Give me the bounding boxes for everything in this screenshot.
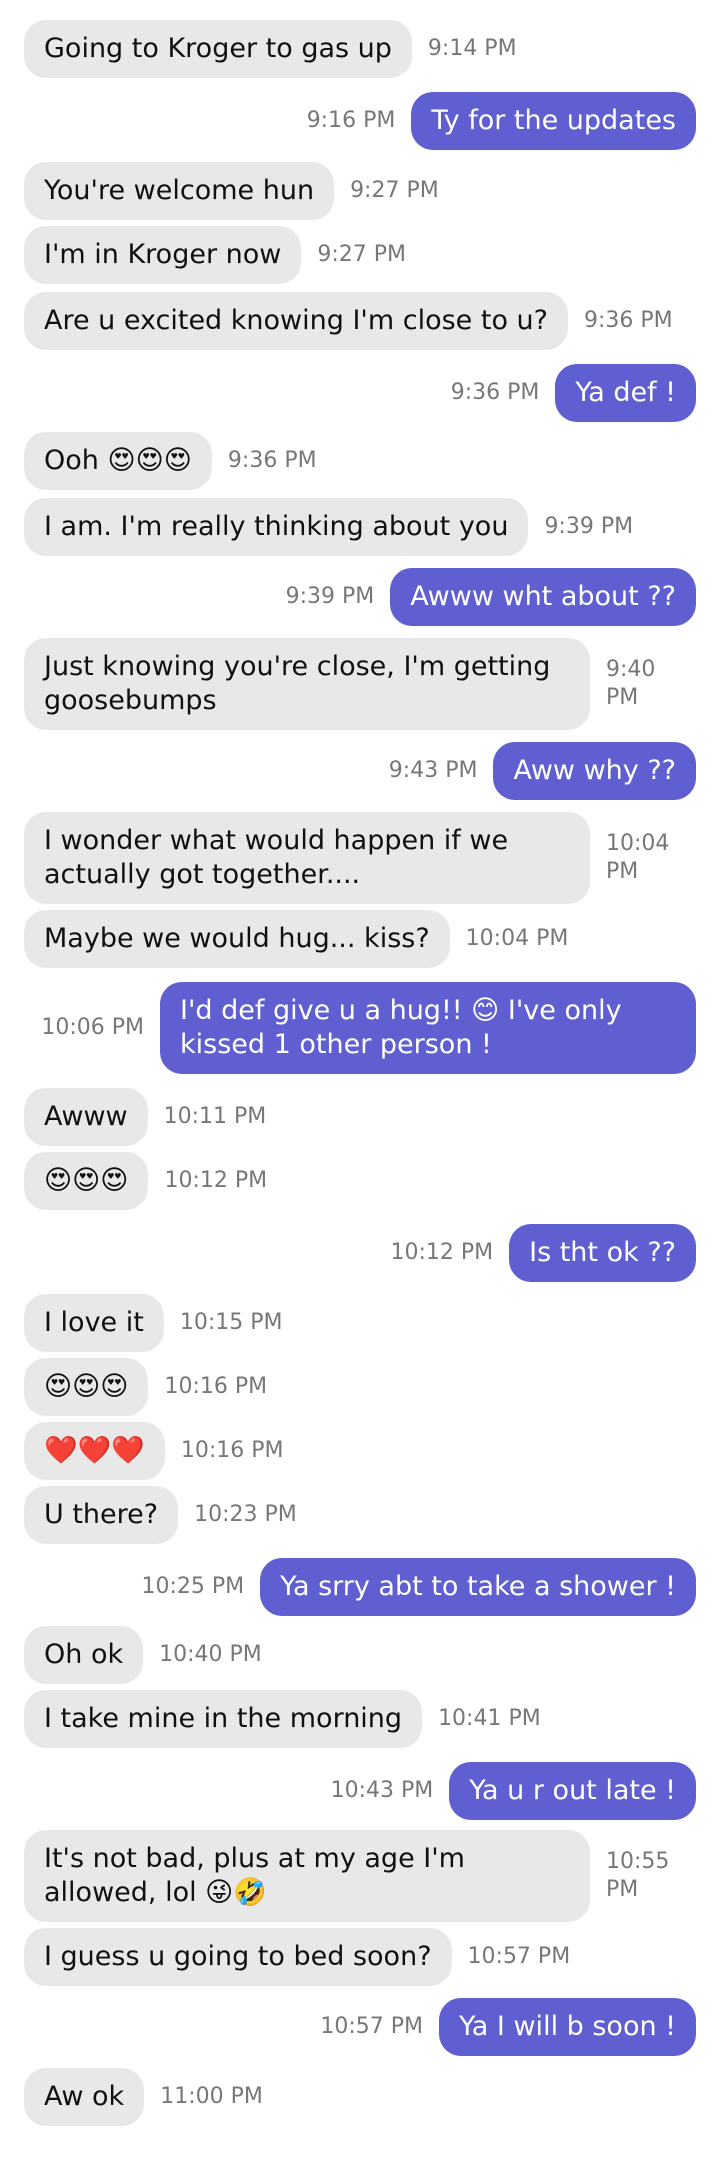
outgoing-bubble[interactable]: Ya I will b soon ! — [439, 1998, 696, 2056]
timestamp: 10:41 PM — [438, 1706, 541, 1731]
message-row: 10:25 PM Ya srry abt to take a shower ! — [0, 1558, 720, 1616]
incoming-bubble[interactable]: I wonder what would happen if we actuall… — [24, 812, 590, 904]
timestamp: 10:15 PM — [179, 1310, 283, 1335]
timestamp: 9:36 PM — [450, 380, 540, 405]
timestamp: 9:36 PM — [583, 308, 673, 333]
message-row: You're welcome hun 9:27 PM — [0, 162, 720, 220]
incoming-bubble[interactable]: Just knowing you're close, I'm getting g… — [24, 638, 590, 730]
timestamp: 9:39 PM — [544, 514, 634, 539]
incoming-bubble[interactable]: You're welcome hun — [24, 162, 335, 220]
incoming-bubble[interactable]: I'm in Kroger now — [24, 226, 302, 284]
message-row: 9:16 PM Ty for the updates — [0, 92, 720, 150]
message-row: I'm in Kroger now 9:27 PM — [0, 226, 720, 284]
timestamp: 9:36 PM — [227, 448, 317, 473]
message-row: Oh ok 10:40 PM — [0, 1626, 720, 1684]
message-row: Going to Kroger to gas up 9:14 PM — [0, 20, 720, 78]
timestamp: 10:16 PM — [180, 1438, 284, 1463]
timestamp: 10:12 PM — [390, 1240, 494, 1265]
outgoing-bubble[interactable]: Ya srry abt to take a shower ! — [260, 1558, 696, 1616]
incoming-bubble[interactable]: I guess u going to bed soon? — [24, 1928, 452, 1986]
message-row: Ooh 😍😍😍 9:36 PM — [0, 432, 720, 490]
message-row: Awww 10:11 PM — [0, 1088, 720, 1146]
message-row: 10:06 PM I'd def give u a hug!! 😊 I've on… — [0, 982, 720, 1074]
outgoing-bubble[interactable]: Aww why ?? — [493, 742, 696, 800]
timestamp: 10:11 PM — [163, 1104, 267, 1129]
message-row: 10:57 PM Ya I will b soon ! — [0, 1998, 720, 2056]
timestamp: 9:16 PM — [306, 108, 396, 133]
outgoing-bubble[interactable]: Ya def ! — [555, 364, 696, 422]
message-row: 9:39 PM Awww wht about ?? — [0, 568, 720, 626]
message-row: I love it 10:15 PM — [0, 1294, 720, 1352]
timestamp: 10:04 PM — [606, 831, 670, 884]
timestamp: 11:00 PM — [160, 2084, 263, 2109]
incoming-bubble[interactable]: Awww — [24, 1088, 148, 1146]
message-row: 9:36 PM Ya def ! — [0, 364, 720, 422]
timestamp: 9:27 PM — [317, 242, 407, 267]
message-row: 10:43 PM Ya u r out late ! — [0, 1762, 720, 1820]
incoming-bubble[interactable]: I love it — [24, 1294, 164, 1352]
timestamp: 10:55 PM — [606, 1849, 670, 1902]
incoming-bubble[interactable]: ❤️❤️❤️ — [24, 1422, 165, 1480]
outgoing-bubble[interactable]: Is tht ok ?? — [509, 1224, 696, 1282]
timestamp: 10:16 PM — [164, 1374, 268, 1399]
incoming-bubble[interactable]: 😍😍😍 — [24, 1152, 149, 1210]
message-row: I am. I'm really thinking about you 9:39 … — [0, 498, 720, 556]
timestamp: 10:06 PM — [41, 1015, 144, 1040]
incoming-bubble[interactable]: Oh ok — [24, 1626, 144, 1684]
message-row: It's not bad, plus at my age I'm allowed… — [0, 1830, 720, 1922]
outgoing-bubble[interactable]: Ya u r out late ! — [449, 1762, 696, 1820]
timestamp: 10:23 PM — [194, 1502, 297, 1527]
timestamp: 10:57 PM — [467, 1944, 571, 1969]
message-row: 😍😍😍 10:12 PM — [0, 1152, 720, 1210]
message-thread: Going to Kroger to gas up 9:14 PM 9:16 PM… — [0, 0, 720, 2160]
outgoing-bubble[interactable]: Awww wht about ?? — [390, 568, 696, 626]
incoming-bubble[interactable]: Going to Kroger to gas up — [24, 20, 412, 78]
message-row: I guess u going to bed soon? 10:57 PM — [0, 1928, 720, 1986]
timestamp: 9:40 PM — [606, 657, 656, 710]
incoming-bubble[interactable]: Aw ok — [24, 2068, 145, 2126]
timestamp: 10:40 PM — [159, 1642, 262, 1667]
message-row: ❤️❤️❤️ 10:16 PM — [0, 1422, 720, 1480]
timestamp: 10:25 PM — [141, 1574, 245, 1599]
timestamp: 9:14 PM — [427, 36, 517, 61]
message-row: I take mine in the morning 10:41 PM — [0, 1690, 720, 1748]
timestamp: 10:43 PM — [330, 1778, 434, 1803]
message-row: Are u excited knowing I'm close to u? 9:3… — [0, 292, 720, 350]
outgoing-bubble[interactable]: I'd def give u a hug!! 😊 I've only kisse… — [160, 982, 696, 1074]
message-row: Just knowing you're close, I'm getting g… — [0, 638, 720, 730]
timestamp: 10:57 PM — [320, 2014, 424, 2039]
incoming-bubble[interactable]: 😍😍😍 — [24, 1358, 149, 1416]
timestamp: 9:39 PM — [285, 584, 375, 609]
timestamp: 10:12 PM — [164, 1168, 268, 1193]
incoming-bubble[interactable]: Ooh 😍😍😍 — [24, 432, 212, 490]
timestamp: 9:43 PM — [388, 758, 478, 783]
message-row: Maybe we would hug... kiss? 10:04 PM — [0, 910, 720, 968]
incoming-bubble[interactable]: Are u excited knowing I'm close to u? — [24, 292, 568, 350]
timestamp: 9:27 PM — [350, 178, 439, 203]
incoming-bubble[interactable]: U there? — [24, 1486, 179, 1544]
incoming-bubble[interactable]: I am. I'm really thinking about you — [24, 498, 529, 556]
message-row: 9:43 PM Aww why ?? — [0, 742, 720, 800]
outgoing-bubble[interactable]: Ty for the updates — [411, 92, 696, 150]
incoming-bubble[interactable]: It's not bad, plus at my age I'm allowed… — [24, 1830, 590, 1922]
message-row: I wonder what would happen if we actuall… — [0, 812, 720, 904]
timestamp: 10:04 PM — [465, 926, 569, 951]
incoming-bubble[interactable]: I take mine in the morning — [24, 1690, 423, 1748]
incoming-bubble[interactable]: Maybe we would hug... kiss? — [24, 910, 450, 968]
message-row: 😍😍😍 10:16 PM — [0, 1358, 720, 1416]
message-row: U there? 10:23 PM — [0, 1486, 720, 1544]
message-row: Aw ok 11:00 PM — [0, 2068, 720, 2126]
message-row: 10:12 PM Is tht ok ?? — [0, 1224, 720, 1282]
